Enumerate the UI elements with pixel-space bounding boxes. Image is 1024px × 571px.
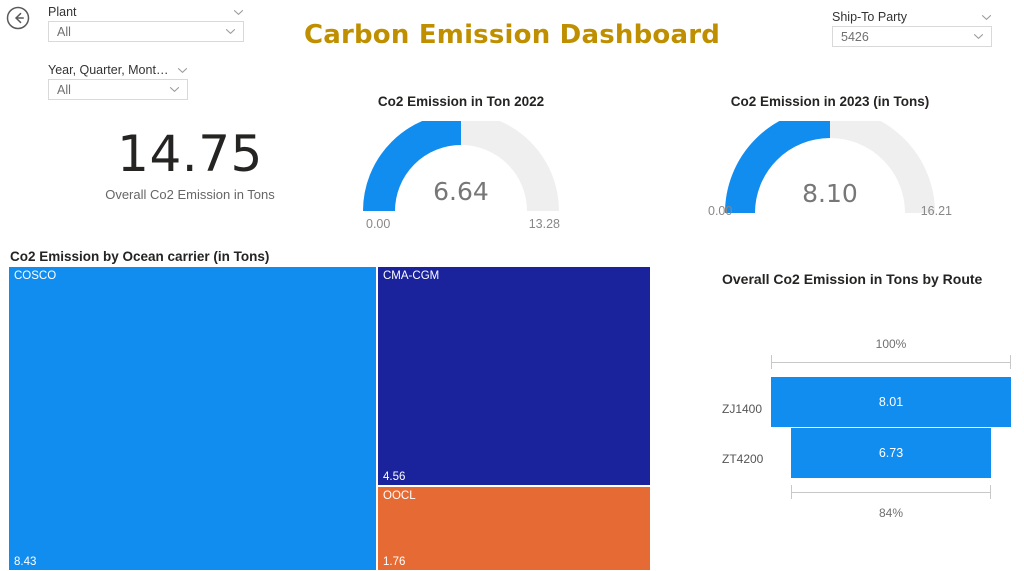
funnel-percent-bottom: 84% (878, 506, 904, 520)
slicer-date-dropdown[interactable]: All (48, 79, 188, 100)
treemap-tile-cosco-value: 8.43 (14, 556, 37, 568)
funnel-bar-zt4200[interactable]: 6.73 (791, 428, 991, 478)
gauge-co2-2023-value: 8.10 (802, 179, 858, 208)
funnel-category-zj1400: ZJ1400 (722, 402, 763, 416)
slicer-ship-to-party-header[interactable]: Ship-To Party (832, 10, 992, 26)
gauge-co2-2023-min: 0.00 (708, 204, 733, 218)
gauge-co2-2023-arc: 8.10 0.00 16.21 (708, 121, 952, 218)
slicer-date-hierarchy[interactable]: Year, Quarter, Month,... All (48, 63, 188, 100)
treemap-tile-cma-cgm-value: 4.56 (383, 471, 406, 483)
gauge-co2-2022-arc: 6.64 0.00 13.28 (358, 121, 564, 231)
gauge-co2-2023-max: 16.21 (920, 204, 952, 218)
gauge-co2-2022: Co2 Emission in Ton 2022 6.64 0.00 13.28 (358, 94, 564, 231)
slicer-plant-label: Plant (48, 5, 77, 19)
slicer-plant-dropdown[interactable]: All (48, 21, 244, 42)
gauge-co2-2023: Co2 Emission in 2023 (in Tons) 8.10 0.00… (708, 94, 952, 218)
treemap-tile-oocl-value: 1.76 (383, 556, 406, 568)
kpi-card-overall-emission: 14.75 Overall Co2 Emission in Tons (60, 128, 320, 202)
gauge-co2-2022-min: 0.00 (366, 217, 391, 231)
chevron-down-icon[interactable] (233, 7, 244, 18)
gauge-co2-2022-value: 6.64 (433, 177, 489, 206)
funnel-chart-title: Overall Co2 Emission in Tons by Route (722, 271, 983, 287)
slicer-ship-to-party-dropdown[interactable]: 5426 (832, 26, 992, 47)
kpi-label: Overall Co2 Emission in Tons (105, 186, 275, 202)
gauge-co2-2022-title: Co2 Emission in Ton 2022 (377, 94, 545, 109)
slicer-date-header[interactable]: Year, Quarter, Month,... (48, 63, 188, 79)
funnel-bracket-top (771, 355, 1011, 369)
treemap-ocean-carrier: COSCO 8.43 CMA-CGM 4.56 OOCL 1.76 (8, 266, 651, 571)
funnel-bar-zt4200-value: 6.73 (878, 446, 904, 460)
funnel-chart-route: 100% ZJ1400 8.01 ZT4200 6.73 84% (700, 320, 1024, 550)
funnel-category-zt4200: ZT4200 (722, 452, 764, 466)
chevron-down-icon[interactable] (177, 65, 188, 76)
chevron-down-icon[interactable] (169, 84, 180, 95)
treemap-title: Co2 Emission by Ocean carrier (in Tons) (10, 249, 270, 264)
funnel-bracket-bottom (791, 485, 991, 499)
funnel-bar-zj1400[interactable]: 8.01 (771, 377, 1011, 427)
slicer-plant[interactable]: Plant All (48, 5, 244, 42)
treemap-tile-cosco[interactable]: COSCO 8.43 (8, 266, 377, 571)
treemap-tile-cosco-label: COSCO (14, 270, 57, 282)
chevron-down-icon[interactable] (225, 26, 236, 37)
slicer-ship-to-party[interactable]: Ship-To Party 5426 (832, 10, 992, 47)
slicer-date-value: All (57, 82, 71, 97)
treemap-tile-oocl[interactable]: OOCL 1.76 (377, 486, 651, 571)
slicer-plant-value: All (57, 24, 71, 39)
slicer-plant-header[interactable]: Plant (48, 5, 244, 21)
gauge-co2-2023-title: Co2 Emission in 2023 (in Tons) (730, 94, 930, 109)
slicer-ship-to-party-value: 5426 (841, 29, 869, 44)
chevron-down-icon[interactable] (973, 31, 984, 42)
slicer-date-label: Year, Quarter, Month,... (48, 63, 171, 77)
funnel-percent-top: 100% (875, 337, 907, 351)
funnel-bar-zj1400-value: 8.01 (878, 395, 904, 409)
chevron-down-icon[interactable] (981, 12, 992, 23)
slicer-ship-to-party-label: Ship-To Party (832, 10, 908, 24)
kpi-value: 14.75 (117, 125, 263, 183)
gauge-co2-2022-max: 13.28 (528, 217, 560, 231)
treemap-tile-cma-cgm-label: CMA-CGM (383, 270, 440, 282)
page-title-text: Carbon Emission Dashboard (303, 20, 721, 50)
treemap-tile-oocl-label: OOCL (383, 490, 416, 502)
treemap-tile-cma-cgm[interactable]: CMA-CGM 4.56 (377, 266, 651, 486)
